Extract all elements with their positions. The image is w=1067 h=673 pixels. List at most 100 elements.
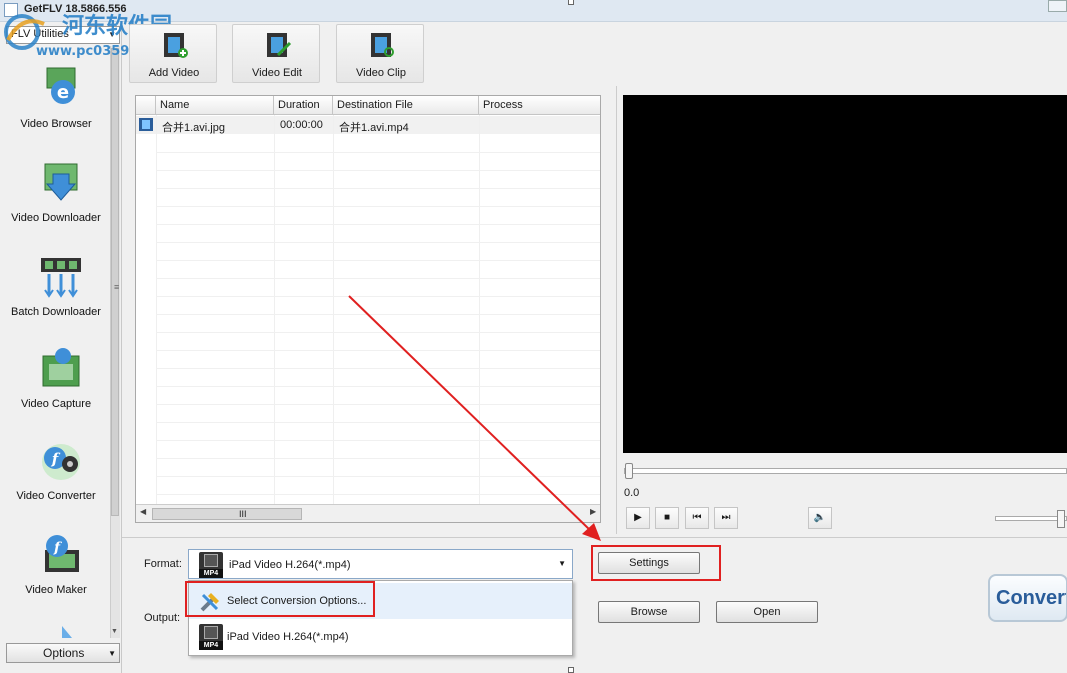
scroll-right-icon[interactable]: ▶ bbox=[590, 507, 596, 516]
grid-line bbox=[156, 386, 600, 387]
grid-line bbox=[156, 440, 600, 441]
grid-line bbox=[156, 350, 600, 351]
grid-line bbox=[156, 170, 600, 171]
minimize-button[interactable] bbox=[1048, 0, 1067, 12]
column-header-name[interactable]: Name bbox=[156, 96, 274, 115]
chevron-down-icon: ▼ bbox=[108, 649, 116, 658]
speaker-icon: 🔈 bbox=[813, 512, 827, 523]
volume-thumb[interactable] bbox=[1057, 510, 1065, 528]
sidebar-item-label: Video Capture bbox=[20, 398, 92, 410]
video-edit-label: Video Edit bbox=[252, 67, 302, 79]
dropdown-option-ipad-video[interactable]: MP4 iPad Video H.264(*.mp4) bbox=[189, 619, 572, 655]
sidebar-item-label: Video Maker bbox=[25, 584, 87, 596]
grid-line bbox=[156, 314, 600, 315]
annotation-box-settings bbox=[591, 545, 721, 581]
table-row[interactable]: 合并1.avi.jpg 00:00:00 合并1.avi.mp4 bbox=[136, 116, 600, 134]
column-header-destination[interactable]: Destination File bbox=[333, 96, 479, 115]
video-maker-icon: f bbox=[45, 535, 79, 572]
previous-button[interactable]: ⏮ bbox=[685, 507, 709, 529]
previous-icon: ⏮ bbox=[692, 512, 702, 523]
file-list-header: Name Duration Destination File Process bbox=[136, 96, 600, 115]
splitter-grip-icon[interactable]: ≡ bbox=[114, 282, 119, 292]
resize-handle[interactable] bbox=[568, 0, 574, 5]
column-divider bbox=[479, 115, 480, 504]
video-clip-label: Video Clip bbox=[356, 67, 406, 79]
cell-duration: 00:00:00 bbox=[280, 119, 323, 131]
play-button[interactable]: ▶ bbox=[626, 507, 650, 529]
sidebar-item-video-capture[interactable]: Video Capture bbox=[4, 346, 108, 436]
cell-name: 合并1.avi.jpg bbox=[162, 122, 225, 134]
hscroll-thumb[interactable]: III bbox=[152, 508, 302, 520]
annotation-box-select-options bbox=[185, 581, 375, 617]
scroll-down-icon[interactable]: ▼ bbox=[111, 628, 118, 635]
output-label: Output: bbox=[144, 612, 181, 624]
sidebar-item-label: Video Converter bbox=[16, 490, 96, 502]
scroll-left-icon[interactable]: ◀ bbox=[140, 507, 146, 516]
grid-line bbox=[156, 278, 600, 279]
sidebar-item-video-maker[interactable]: f Video Maker bbox=[4, 532, 108, 622]
grid-line bbox=[156, 206, 600, 207]
grid-line bbox=[156, 332, 600, 333]
sidebar-item-label: Video Downloader bbox=[11, 212, 101, 224]
cell-process bbox=[481, 116, 489, 134]
sidebar-item-video-browser[interactable]: e Video Browser bbox=[4, 66, 108, 156]
cell-destination: 合并1.avi.mp4 bbox=[339, 122, 409, 134]
grid-line bbox=[156, 458, 600, 459]
partial-sidebar-icon bbox=[62, 626, 72, 638]
video-clip-button[interactable]: Video Clip bbox=[336, 24, 424, 83]
file-list-hscrollbar[interactable]: ◀ III ▶ bbox=[136, 504, 600, 522]
sidebar-item-video-downloader[interactable]: Video Downloader bbox=[4, 160, 108, 250]
chevron-down-icon: ▼ bbox=[558, 559, 566, 568]
video-converter-icon: f bbox=[42, 444, 80, 480]
options-label: Options bbox=[43, 646, 85, 660]
column-header-process[interactable]: Process bbox=[479, 96, 600, 115]
grid-line bbox=[156, 476, 600, 477]
video-preview[interactable] bbox=[623, 95, 1067, 453]
options-button[interactable]: Options ▼ bbox=[6, 643, 120, 663]
mp4-icon: MP4 bbox=[199, 552, 223, 578]
sidebar-item-video-converter[interactable]: f Video Converter bbox=[4, 438, 108, 528]
file-list[interactable]: Name Duration Destination File Process 合… bbox=[135, 95, 601, 523]
browse-button[interactable]: Browse bbox=[598, 601, 700, 623]
seek-bar[interactable] bbox=[624, 468, 1067, 474]
next-icon: ⏭ bbox=[721, 512, 731, 523]
column-divider bbox=[274, 115, 275, 504]
stop-button[interactable]: ■ bbox=[655, 507, 679, 529]
video-edit-icon bbox=[267, 33, 292, 57]
video-edit-button[interactable]: Video Edit bbox=[232, 24, 320, 83]
grid-line bbox=[156, 152, 600, 153]
sidebar-item-label: Video Browser bbox=[20, 118, 92, 130]
next-button[interactable]: ⏭ bbox=[714, 507, 738, 529]
batch-downloader-icon bbox=[41, 258, 81, 298]
grid-line bbox=[156, 260, 600, 261]
grid-line bbox=[156, 242, 600, 243]
grid-line bbox=[156, 188, 600, 189]
mute-button[interactable]: 🔈 bbox=[808, 507, 832, 529]
scroll-grip: III bbox=[239, 509, 247, 519]
format-select[interactable]: MP4 iPad Video H.264(*.mp4) ▼ bbox=[188, 549, 573, 579]
resize-handle[interactable] bbox=[568, 667, 574, 673]
add-video-icon bbox=[164, 33, 188, 58]
convert-button[interactable]: Convert bbox=[988, 574, 1067, 622]
column-divider bbox=[333, 115, 334, 504]
grid-line bbox=[156, 422, 600, 423]
play-icon: ▶ bbox=[634, 512, 642, 523]
seek-thumb[interactable] bbox=[625, 463, 633, 479]
column-header-duration[interactable]: Duration bbox=[274, 96, 333, 115]
video-downloader-icon bbox=[44, 163, 78, 201]
time-display: 0.0 bbox=[624, 487, 640, 499]
grid-line bbox=[156, 296, 600, 297]
video-browser-icon: e bbox=[46, 67, 76, 104]
grid-line bbox=[156, 368, 600, 369]
format-label: Format: bbox=[144, 558, 182, 570]
add-video-button[interactable]: Add Video bbox=[129, 24, 217, 83]
sidebar-item-label: Batch Downloader bbox=[11, 306, 101, 318]
video-capture-icon bbox=[42, 348, 80, 387]
sidebar-item-batch-downloader[interactable]: Batch Downloader bbox=[4, 254, 108, 344]
video-clip-icon bbox=[371, 33, 394, 57]
open-button[interactable]: Open bbox=[716, 601, 818, 623]
option-label: iPad Video H.264(*.mp4) bbox=[227, 631, 349, 643]
video-file-icon bbox=[139, 118, 153, 131]
add-video-label: Add Video bbox=[148, 67, 200, 79]
mp4-icon: MP4 bbox=[199, 624, 223, 650]
